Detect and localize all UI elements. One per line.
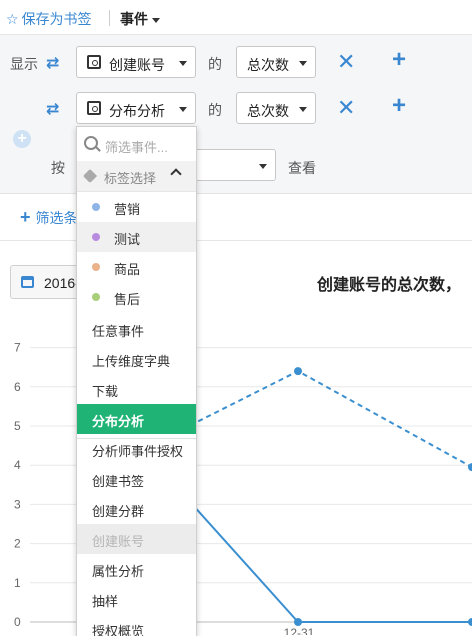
calendar-icon	[21, 276, 34, 288]
tag-color-dot	[92, 263, 100, 271]
metric-select-2[interactable]: 总次数	[236, 92, 316, 124]
data-point	[468, 618, 472, 626]
remove-row-2-icon[interactable]: ✕	[337, 95, 355, 121]
event-icon	[87, 55, 101, 69]
data-point	[294, 618, 302, 626]
caret-down-icon	[179, 61, 187, 66]
event-option[interactable]: 下载	[77, 374, 196, 404]
remove-row-1-icon[interactable]: ✕	[337, 49, 355, 75]
tag-color-dot	[92, 293, 100, 301]
chart-title: 创建账号的总次数，	[317, 277, 462, 294]
swap-icon[interactable]: ⇄	[46, 53, 59, 73]
of-label: 的	[208, 56, 222, 72]
caret-down-icon	[299, 61, 307, 66]
tag-item[interactable]: 测试	[77, 222, 196, 252]
event-option[interactable]: 属性分析	[77, 554, 196, 584]
event-option[interactable]: 分析师事件授权	[77, 434, 196, 464]
series-line	[149, 456, 472, 623]
search-icon	[84, 136, 98, 150]
tag-icon	[82, 168, 98, 184]
tag-item[interactable]: 商品	[77, 252, 196, 282]
y-axis: 0 1 2 3 4 5 6 7	[14, 341, 21, 629]
add-row-1-icon[interactable]: +	[392, 46, 406, 74]
save-bookmark-button[interactable]: ☆ 保存为书签	[6, 9, 92, 29]
of-label: 的	[208, 102, 222, 118]
caret-down-icon	[299, 107, 307, 112]
event-option[interactable]: 创建分群	[77, 494, 196, 524]
series-line	[149, 369, 472, 469]
divider	[109, 10, 110, 26]
y-tick-label: 5	[14, 419, 21, 433]
tag-color-dot	[92, 233, 100, 241]
chevron-up-icon	[170, 168, 182, 180]
dropdown-search[interactable]: 筛选事件...	[77, 127, 196, 162]
event-select-1[interactable]: 创建账号	[76, 46, 196, 78]
show-label: 显示	[10, 56, 38, 72]
add-circle-icon[interactable]: +	[13, 130, 31, 148]
event-option[interactable]: 授权概览	[77, 614, 196, 636]
y-tick-label: 4	[14, 458, 21, 472]
y-tick-label: 2	[14, 537, 21, 551]
y-tick-label: 0	[14, 615, 21, 629]
y-tick-label: 6	[14, 380, 21, 394]
metric-select-1[interactable]: 总次数	[236, 46, 316, 78]
caret-down-icon	[179, 107, 187, 112]
tag-color-dot	[92, 203, 100, 211]
data-point	[294, 367, 302, 376]
event-option[interactable]: 任意事件	[77, 314, 196, 344]
by-label: 按	[51, 160, 65, 176]
event-option[interactable]: 创建书签	[77, 464, 196, 494]
plus-icon: +	[20, 207, 31, 227]
events-menu[interactable]: 事件	[120, 9, 160, 29]
chart-series	[149, 367, 472, 626]
event-dropdown: 筛选事件... 标签选择 营销 测试 商品 售后 任意事件 上传维度字典 下载 分布分析 分析…	[76, 126, 197, 636]
event-option: 创建账号	[77, 524, 196, 554]
tag-item[interactable]: 售后	[77, 282, 196, 312]
star-icon: ☆	[6, 11, 19, 27]
y-tick-label: 3	[14, 497, 21, 511]
tag-select-toggle[interactable]: 标签选择	[77, 161, 196, 192]
line-chart: 0 1 2 3 4 5 6 7 12-31	[14, 341, 472, 635]
event-option[interactable]: 上传维度字典	[77, 344, 196, 374]
caret-down-icon	[152, 17, 160, 23]
swap-icon[interactable]: ⇄	[46, 99, 59, 119]
event-select-2[interactable]: 分布分析	[76, 92, 196, 124]
add-row-2-icon[interactable]: +	[392, 92, 406, 120]
y-tick-label: 7	[14, 341, 21, 355]
search-placeholder: 筛选事件...	[105, 140, 168, 155]
tag-item[interactable]: 营销	[77, 192, 196, 222]
y-tick-label: 1	[14, 576, 21, 590]
view-label: 查看	[288, 160, 316, 176]
x-tick-label: 12-31	[284, 626, 315, 635]
event-icon	[87, 101, 101, 115]
event-option[interactable]: 抽样	[77, 584, 196, 614]
caret-down-icon	[259, 164, 267, 169]
event-option[interactable]: 分布分析	[77, 404, 196, 434]
